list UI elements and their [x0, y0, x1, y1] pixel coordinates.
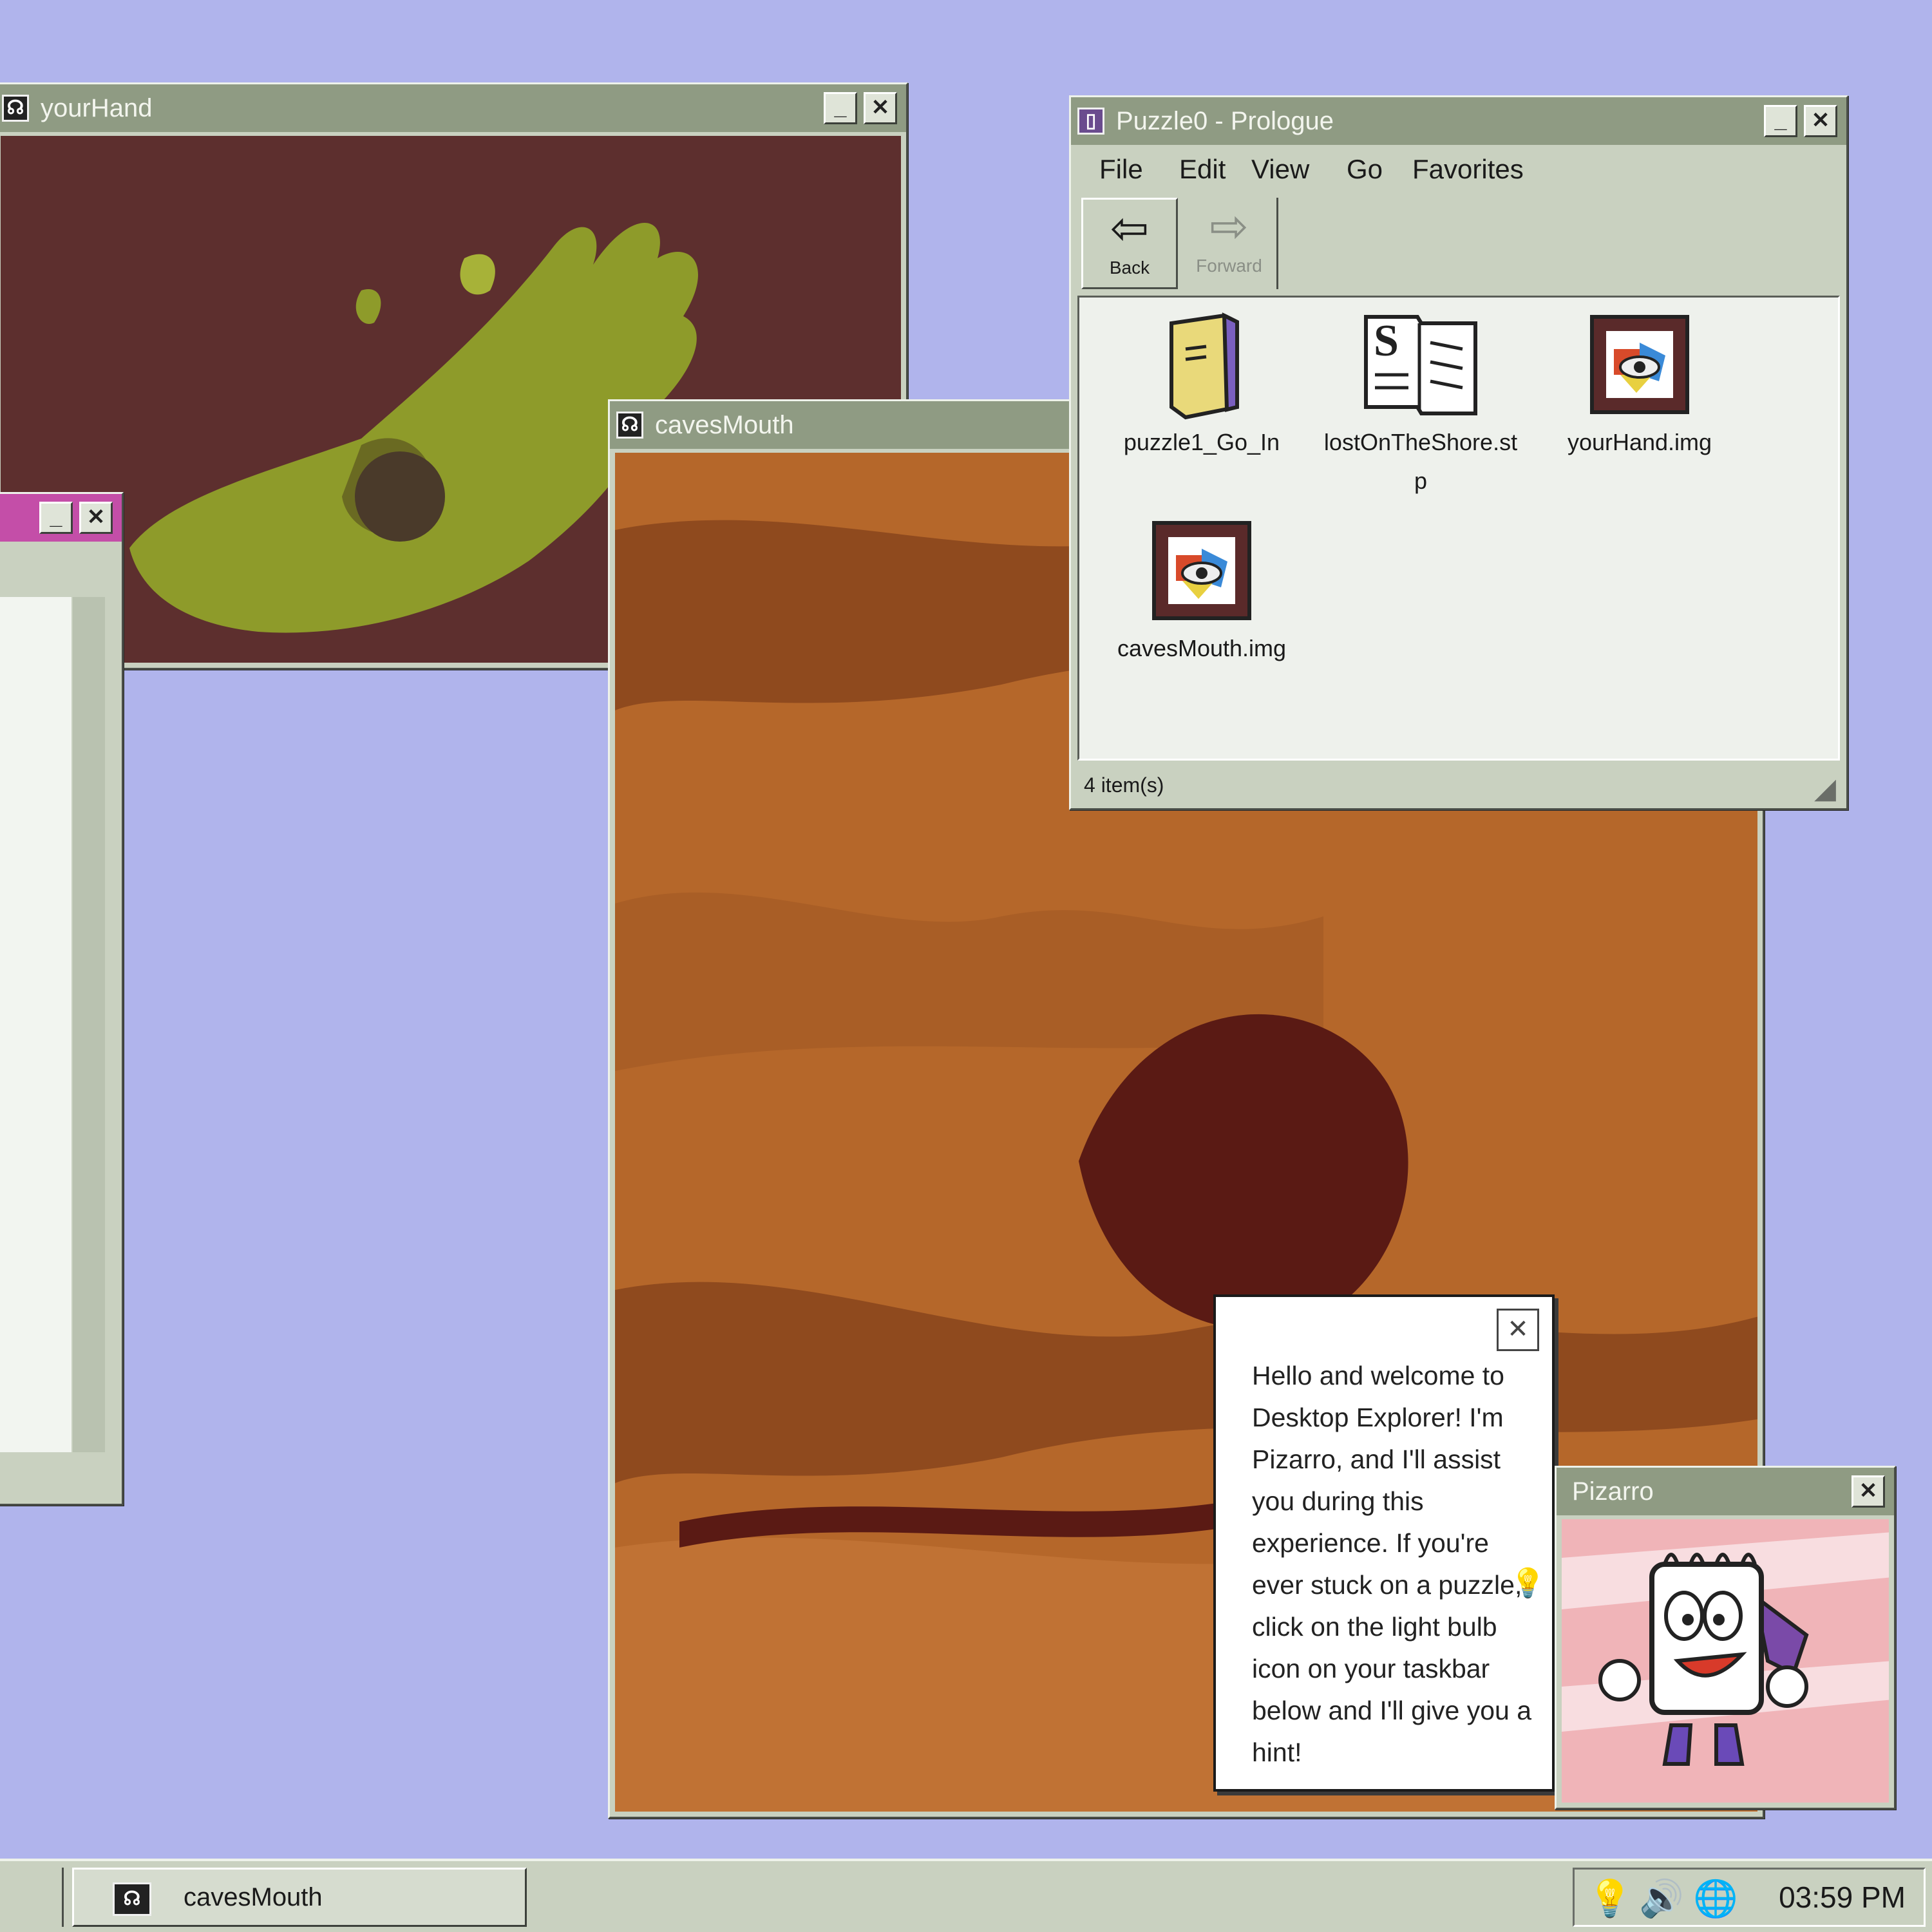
- explorer-title: Puzzle0 - Prologue: [1116, 107, 1334, 135]
- back-button[interactable]: ⇦ Back: [1081, 198, 1178, 289]
- taskbar-item-caves-mouth[interactable]: ☊ cavesMouth: [72, 1868, 527, 1927]
- item-count: 4 item(s): [1084, 773, 1164, 797]
- explorer-window[interactable]: ▯ Puzzle0 - Prologue _ ✕ File Edit View …: [1069, 95, 1848, 810]
- forward-arrow-icon: ⇨: [1209, 201, 1249, 252]
- menu-view[interactable]: View: [1251, 154, 1309, 185]
- left-window-scrollbar[interactable]: [73, 597, 105, 1452]
- close-button[interactable]: ✕: [1852, 1475, 1885, 1508]
- file-name: yourHand.img: [1567, 429, 1712, 455]
- menu-go[interactable]: Go: [1347, 154, 1383, 185]
- left-window-titlebar[interactable]: _ ✕: [0, 494, 122, 542]
- balloon-text: Hello and welcome to Desktop Explorer! I…: [1252, 1361, 1532, 1767]
- pizarro-titlebar[interactable]: Pizarro ✕: [1557, 1468, 1894, 1515]
- menu-file[interactable]: File: [1099, 154, 1143, 185]
- image-file-icon: [1590, 315, 1689, 414]
- forward-button[interactable]: ⇨ Forward: [1182, 198, 1278, 289]
- back-label: Back: [1109, 258, 1150, 278]
- file-item[interactable]: yourHand.img: [1537, 310, 1743, 462]
- start-button[interactable]: [0, 1868, 64, 1927]
- menu-favorites[interactable]: Favorites: [1412, 154, 1524, 185]
- file-item[interactable]: S lostOnTheShore.stp: [1318, 310, 1524, 500]
- taskbar-item-label: cavesMouth: [184, 1883, 323, 1911]
- svg-text:S: S: [1374, 316, 1399, 366]
- file-name: puzzle1_Go_In: [1123, 429, 1280, 455]
- light-bulb-icon[interactable]: 💡: [1587, 1877, 1633, 1920]
- file-view[interactable]: puzzle1_Go_In S lostOnTheShore.stp yourH…: [1077, 296, 1840, 761]
- your-hand-title: yourHand: [41, 94, 153, 122]
- image-viewer-icon: ☊: [113, 1882, 151, 1916]
- minimize-button[interactable]: _: [39, 502, 73, 534]
- resize-grip-icon[interactable]: ◢: [1814, 770, 1836, 808]
- close-button[interactable]: ✕: [79, 502, 113, 534]
- pizarro-window[interactable]: Pizarro ✕: [1555, 1466, 1896, 1810]
- folder-icon: [1170, 312, 1239, 420]
- left-window[interactable]: _ ✕: [0, 492, 124, 1506]
- pizarro-title: Pizarro: [1572, 1477, 1654, 1506]
- taskbar: ☊ cavesMouth 💡 🔊 🌐 03:59 PM: [0, 1859, 1932, 1932]
- image-viewer-icon: ☊: [2, 95, 29, 122]
- minimize-button[interactable]: _: [1764, 105, 1797, 137]
- toolbar: ⇦ Back ⇨ Forward: [1077, 198, 1840, 289]
- image-viewer-icon: ☊: [616, 412, 643, 439]
- file-name: lostOnTheShore.stp: [1323, 429, 1518, 494]
- assistant-speech-balloon: ✕ Hello and welcome to Desktop Explorer!…: [1213, 1294, 1555, 1792]
- close-button[interactable]: ✕: [1804, 105, 1837, 137]
- left-window-content: [0, 597, 71, 1452]
- system-tray: 💡 🔊 🌐 03:59 PM: [1573, 1868, 1926, 1927]
- balloon-close-button[interactable]: ✕: [1497, 1309, 1539, 1351]
- close-button[interactable]: ✕: [864, 92, 897, 124]
- menu-edit[interactable]: Edit: [1179, 154, 1226, 185]
- pizarro-character-icon: [1562, 1519, 1889, 1803]
- network-globe-icon[interactable]: 🌐: [1693, 1877, 1738, 1920]
- forward-label: Forward: [1196, 256, 1262, 276]
- light-bulb-icon: 💡: [1510, 1567, 1546, 1599]
- menu-bar: File Edit View Go Favorites: [1077, 147, 1840, 193]
- clock: 03:59 PM: [1779, 1880, 1906, 1914]
- status-bar: 4 item(s) ◢: [1077, 766, 1840, 804]
- back-arrow-icon: ⇦: [1110, 203, 1150, 254]
- file-item[interactable]: puzzle1_Go_In: [1099, 310, 1305, 462]
- minimize-button[interactable]: _: [824, 92, 857, 124]
- document-icon: S: [1364, 315, 1477, 415]
- your-hand-titlebar[interactable]: ☊ yourHand _ ✕: [0, 84, 906, 132]
- speaker-icon[interactable]: 🔊: [1639, 1877, 1684, 1920]
- caves-mouth-title: cavesMouth: [655, 411, 794, 439]
- file-item[interactable]: cavesMouth.img: [1099, 516, 1305, 668]
- explorer-app-icon: ▯: [1077, 108, 1104, 135]
- file-name: cavesMouth.img: [1117, 635, 1287, 661]
- image-file-icon: [1152, 521, 1251, 620]
- pizarro-assistant[interactable]: [1562, 1519, 1889, 1803]
- explorer-titlebar[interactable]: ▯ Puzzle0 - Prologue _ ✕: [1071, 97, 1846, 145]
